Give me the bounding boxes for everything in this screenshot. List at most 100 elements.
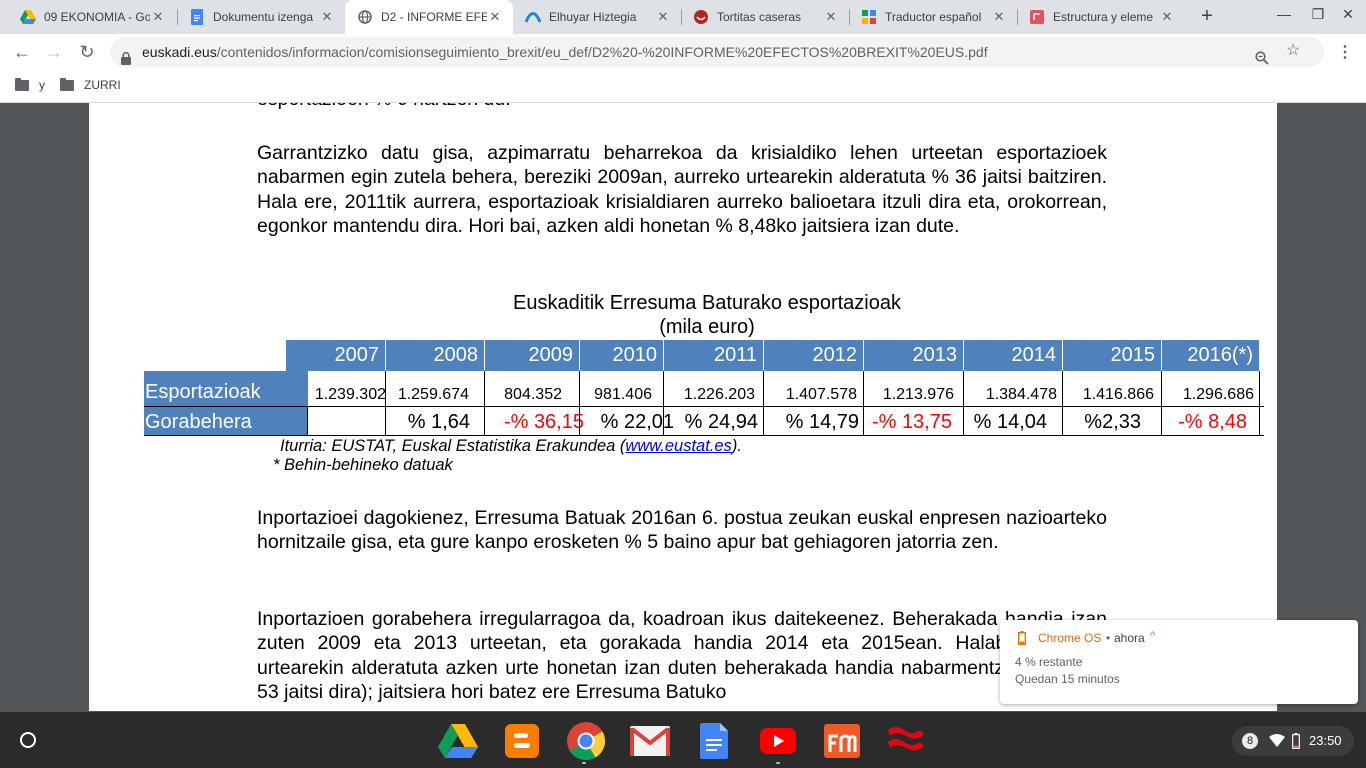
year-header: 2011 [664,340,763,371]
translator-icon [861,9,877,25]
bookmarks-bar: y ZURRI [0,70,1366,103]
running-indicator [776,762,780,764]
tab-title: D2 - INFORME EFEC [381,10,487,24]
elhuyar-icon [525,9,541,25]
table-cell: 981.406 [594,386,652,403]
google-drive-icon[interactable] [438,724,478,758]
table-rule [385,371,386,435]
table-rule [963,371,964,435]
tab-title: Dokumentu izenga [213,10,314,24]
chromeos-shelf: 8 23:50 [0,712,1366,768]
tab-traductor[interactable]: Traductor español ✕ [849,0,1017,34]
table-cell: % 24,94 [684,411,758,433]
url-path: /contenidos/informacion/comisionseguimie… [216,44,988,60]
row-label-exports: Esportazioak [144,371,308,406]
footnote: * Behin-behineko datuak [273,456,453,474]
address-bar[interactable]: euskadi.eus/contenidos/informacion/comis… [110,37,1324,67]
table-cell: 1.296.686 [1182,386,1254,403]
tab-estructura[interactable]: Estructura y eleme ✕ [1017,0,1185,34]
battery-notification[interactable]: Chrome OS • ahora ^ 4 % restante Quedan … [1000,620,1358,704]
bookmark-label: ZURRI [84,78,121,92]
url-host: euskadi.eus [142,44,217,60]
chrome-icon[interactable] [566,722,606,761]
tab-elhuyar[interactable]: Elhuyar Hiztegia ✕ [513,0,681,34]
year-header: 2013 [864,340,963,371]
tab-economia[interactable]: 09 EKONOMIA - Go ✕ [8,0,176,34]
table-rule [863,371,864,435]
tab-strip: 09 EKONOMIA - Go ✕ Dokumentu izenga ✕ D2… [0,0,1366,34]
reload-icon[interactable]: ↻ [75,40,99,64]
year-header: 2007 [286,340,385,371]
close-icon[interactable]: ✕ [655,9,671,25]
notification-count-badge: 8 [1242,733,1258,749]
year-header: 2016(*) [1162,340,1259,371]
close-window-icon[interactable]: ✕ [1338,6,1358,23]
folder-icon [15,77,29,91]
tab-title: 09 EKONOMIA - Go [44,10,150,24]
table-cell: 1.416.866 [1082,386,1154,403]
table-rule [1259,371,1260,435]
year-header: 2010 [580,340,663,371]
table-rule [144,435,1264,436]
status-tray[interactable]: 8 23:50 [1232,726,1354,756]
bookmark-star-icon[interactable]: ☆ [1286,43,1300,59]
battery-icon [1292,733,1300,752]
tab-informe-active[interactable]: D2 - INFORME EFEC ✕ [345,0,513,34]
forward-icon[interactable]: → [42,40,66,64]
bookmark-folder-y[interactable]: y [15,77,45,92]
tab-tortitas[interactable]: Tortitas caseras ✕ [681,0,849,34]
table-rule [1062,371,1063,435]
table-cell: 1.239.302 [314,386,386,403]
eustat-link[interactable]: www.eustat.es [625,437,731,455]
table-rule [1161,371,1162,435]
gmail-icon[interactable] [630,724,670,758]
recipe-site-icon [693,9,709,25]
launcher-icon[interactable] [20,732,36,748]
table-cell: % 14,04 [973,411,1047,433]
red-app-icon[interactable] [886,724,926,758]
notification-message: Quedan 15 minutos [1015,672,1120,686]
year-header: 2014 [964,340,1062,371]
menu-kebab-icon[interactable]: ⋮ [1333,40,1357,64]
google-drive-icon [20,9,36,25]
table-rule [484,371,485,435]
bookmark-folder-zurri[interactable]: ZURRI [60,77,121,92]
google-docs-icon [189,9,205,25]
back-icon[interactable]: ← [10,40,34,64]
fm-icon[interactable] [822,724,862,758]
table-rule [763,371,764,435]
running-indicator [582,762,586,764]
close-icon[interactable]: ✕ [487,9,503,25]
new-tab-button[interactable]: + [1196,5,1218,27]
close-icon[interactable]: ✕ [319,9,335,25]
google-docs-icon[interactable] [694,723,734,759]
table-cell: 1.384.478 [985,386,1057,403]
close-icon[interactable]: ✕ [823,9,839,25]
table-rule [144,406,1264,407]
paragraph-import-variation: Inportazioen gorabehera irregularragoa d… [257,608,1107,704]
year-header: 2008 [386,340,484,371]
tab-dokumentu[interactable]: Dokumentu izenga ✕ [177,0,345,34]
minimize-icon[interactable]: — [1274,6,1294,22]
year-header: 2012 [764,340,863,371]
table-cell: 1.259.674 [397,386,469,403]
notification-time: ahora [1114,631,1145,645]
battery-low-icon [1017,631,1026,650]
table-rule [307,407,308,435]
chevron-up-icon[interactable]: ^ [1150,630,1155,642]
blogger-icon[interactable] [502,724,542,758]
close-icon[interactable]: ✕ [991,9,1007,25]
source-note: Iturria: EUSTAT, Euskal Estatistika Erak… [280,437,742,455]
table-cell: %2,33 [1084,411,1141,433]
youtube-icon[interactable] [758,724,798,758]
table-rule [663,371,664,435]
clock: 23:50 [1309,733,1342,748]
tab-title: Estructura y eleme [1053,10,1154,24]
close-icon[interactable]: ✕ [150,9,166,25]
restore-icon[interactable]: ❐ [1308,6,1328,23]
table-cell-negative: -% 36,15 [503,411,584,433]
notification-title: 4 % restante [1015,655,1083,669]
folder-icon [60,77,74,91]
table-rule [579,371,580,435]
close-icon[interactable]: ✕ [1159,9,1175,25]
